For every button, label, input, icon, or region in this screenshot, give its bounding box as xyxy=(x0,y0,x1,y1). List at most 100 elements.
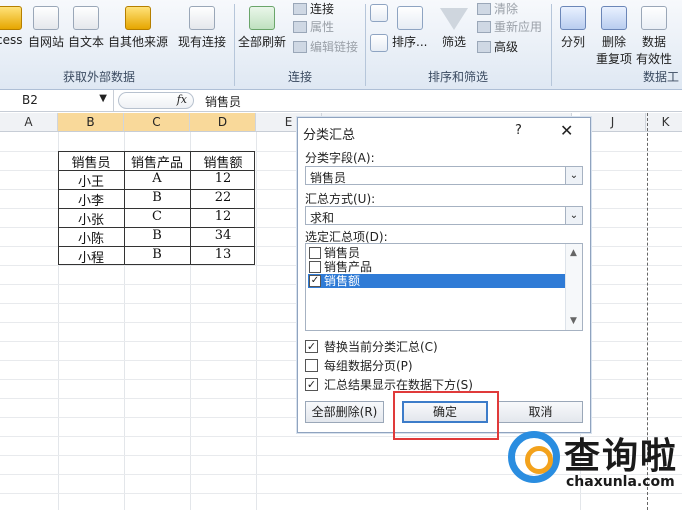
table-cell[interactable]: 小李 xyxy=(58,190,124,209)
table-cell[interactable]: 13 xyxy=(190,247,256,262)
table-cell[interactable]: 22 xyxy=(190,190,256,205)
data-validation-icon xyxy=(641,6,667,30)
table-cell[interactable]: C xyxy=(124,209,190,224)
group-label-sort-filter: 排序和筛选 xyxy=(428,70,489,84)
table-cell[interactable]: 小张 xyxy=(58,209,124,228)
function-select[interactable]: 求和 ⌄ xyxy=(305,206,583,225)
page-break-option[interactable]: 每组数据分页(P) xyxy=(305,359,413,373)
list-item[interactable]: 销售员 xyxy=(308,246,565,260)
reapply-item[interactable]: 重新应用 xyxy=(477,18,542,35)
column-header-c[interactable]: C xyxy=(124,113,190,132)
checkbox[interactable]: ✓ xyxy=(305,340,318,353)
existing-connections-button[interactable]: 现有连接 xyxy=(178,6,226,50)
data-validation-button[interactable]: 数据 有效性 xyxy=(636,6,672,67)
from-text-button[interactable]: 自文本 xyxy=(68,6,104,50)
other-sources-icon xyxy=(125,6,151,30)
subtotal-dialog: 分类汇总 ? ✕ 分类字段(A): 销售员 ⌄ 汇总方式(U): 求和 ⌄ 选定… xyxy=(297,117,591,433)
checkbox[interactable] xyxy=(309,261,321,273)
clear-icon xyxy=(477,3,491,15)
table-cell[interactable]: 小程 xyxy=(58,247,124,266)
column-header-k[interactable]: K xyxy=(646,113,682,132)
connections-icon xyxy=(293,3,307,15)
advanced-icon xyxy=(477,41,491,53)
add-to-list[interactable]: 销售员 销售产品 ✓ 销售额 ▲ ▼ xyxy=(305,243,583,331)
group-label-data-tools: 数据工 xyxy=(643,70,680,84)
remove-duplicates-button[interactable]: 删除 重复项 xyxy=(596,6,632,67)
column-header-a[interactable]: A xyxy=(0,113,58,132)
watermark-text: 查询啦 xyxy=(564,436,679,477)
connections-item[interactable]: 连接 xyxy=(293,0,334,17)
group-by-select[interactable]: 销售员 ⌄ xyxy=(305,166,583,185)
table-cell[interactable]: 34 xyxy=(190,228,256,243)
watermark: 查询啦 chaxunla.com xyxy=(508,427,682,510)
text-to-columns-icon xyxy=(560,6,586,30)
column-header-b[interactable]: B xyxy=(58,113,124,132)
table-header-cell[interactable]: 销售产品 xyxy=(124,152,190,171)
checkbox[interactable] xyxy=(305,359,318,372)
help-icon[interactable]: ? xyxy=(515,123,522,138)
function-label: 汇总方式(U): xyxy=(305,192,376,206)
edit-links-item[interactable]: 编辑链接 xyxy=(293,38,358,55)
sort-za-button[interactable] xyxy=(370,34,388,55)
group-separator xyxy=(234,4,235,86)
chevron-down-icon[interactable]: ⌄ xyxy=(565,207,582,224)
list-item[interactable]: ✓ 销售额 xyxy=(308,274,565,288)
reapply-icon xyxy=(477,21,491,33)
chevron-down-icon[interactable]: ▼ xyxy=(570,316,577,326)
table-cell[interactable]: 12 xyxy=(190,209,256,224)
clear-item[interactable]: 清除 xyxy=(477,0,518,17)
table-cell[interactable]: 小王 xyxy=(58,171,124,190)
table-header-cell[interactable]: 销售员 xyxy=(58,152,124,171)
replace-subtotals-option[interactable]: ✓ 替换当前分类汇总(C) xyxy=(305,340,438,354)
filter-icon xyxy=(440,8,468,30)
insert-function-icon[interactable]: fx xyxy=(177,93,187,106)
existing-connections-icon xyxy=(189,6,215,30)
summary-below-option[interactable]: ✓ 汇总结果显示在数据下方(S) xyxy=(305,378,473,392)
remove-all-button[interactable]: 全部删除(R) xyxy=(305,401,384,423)
table-cell[interactable]: A xyxy=(124,171,190,186)
chevron-up-icon[interactable]: ▲ xyxy=(570,248,577,258)
chevron-down-icon[interactable]: ▼ xyxy=(99,93,107,104)
cancel-button[interactable]: 取消 xyxy=(498,401,583,423)
sort-button[interactable]: 排序... xyxy=(392,6,427,50)
formula-bar: B2 ▼ fx 销售员 xyxy=(0,90,682,112)
table-header-cell[interactable]: 销售额 xyxy=(190,152,256,171)
close-icon[interactable]: ✕ xyxy=(560,121,573,140)
column-header-d[interactable]: D xyxy=(190,113,256,132)
table-cell[interactable]: B xyxy=(124,190,190,205)
text-file-icon xyxy=(73,6,99,30)
group-label-get-external: 获取外部数据 xyxy=(63,70,136,84)
ribbon: cess 自网站 自文本 自其他来源 现有连接 全部刷新 连接 属性 编辑链接 … xyxy=(0,0,682,90)
table-cell[interactable]: B xyxy=(124,247,190,262)
watermark-url: chaxunla.com xyxy=(566,474,675,490)
group-label-connections: 连接 xyxy=(288,70,313,84)
group-separator xyxy=(365,4,366,86)
from-access-button[interactable]: cess xyxy=(0,6,22,47)
chevron-down-icon[interactable]: ⌄ xyxy=(565,167,582,184)
text-to-columns-button[interactable]: 分列 xyxy=(560,6,586,50)
sort-az-button[interactable] xyxy=(370,4,388,25)
from-other-sources-button[interactable]: 自其他来源 xyxy=(108,6,168,50)
filter-button[interactable]: 筛选 xyxy=(440,8,468,50)
advanced-item[interactable]: 高级 xyxy=(477,38,518,55)
formula-controls: fx xyxy=(118,92,194,109)
sort-icon xyxy=(396,6,423,30)
table-cell[interactable]: 12 xyxy=(190,171,256,186)
group-separator xyxy=(551,4,552,86)
checkbox[interactable]: ✓ xyxy=(309,275,321,287)
table-cell[interactable]: 小陈 xyxy=(58,228,124,247)
checkbox[interactable] xyxy=(309,247,321,259)
properties-icon xyxy=(293,21,307,33)
list-scrollbar[interactable]: ▲ ▼ xyxy=(565,244,582,330)
sort-ascending-icon xyxy=(370,4,388,22)
refresh-all-button[interactable]: 全部刷新 xyxy=(238,6,286,50)
from-web-button[interactable]: 自网站 xyxy=(28,6,64,50)
formula-input[interactable]: 销售员 xyxy=(205,93,241,110)
web-icon xyxy=(33,6,59,30)
name-box[interactable]: B2 ▼ xyxy=(0,90,114,111)
sort-descending-icon xyxy=(370,34,388,52)
properties-item[interactable]: 属性 xyxy=(293,18,334,35)
table-cell[interactable]: B xyxy=(124,228,190,243)
list-item[interactable]: 销售产品 xyxy=(308,260,565,274)
checkbox[interactable]: ✓ xyxy=(305,378,318,391)
